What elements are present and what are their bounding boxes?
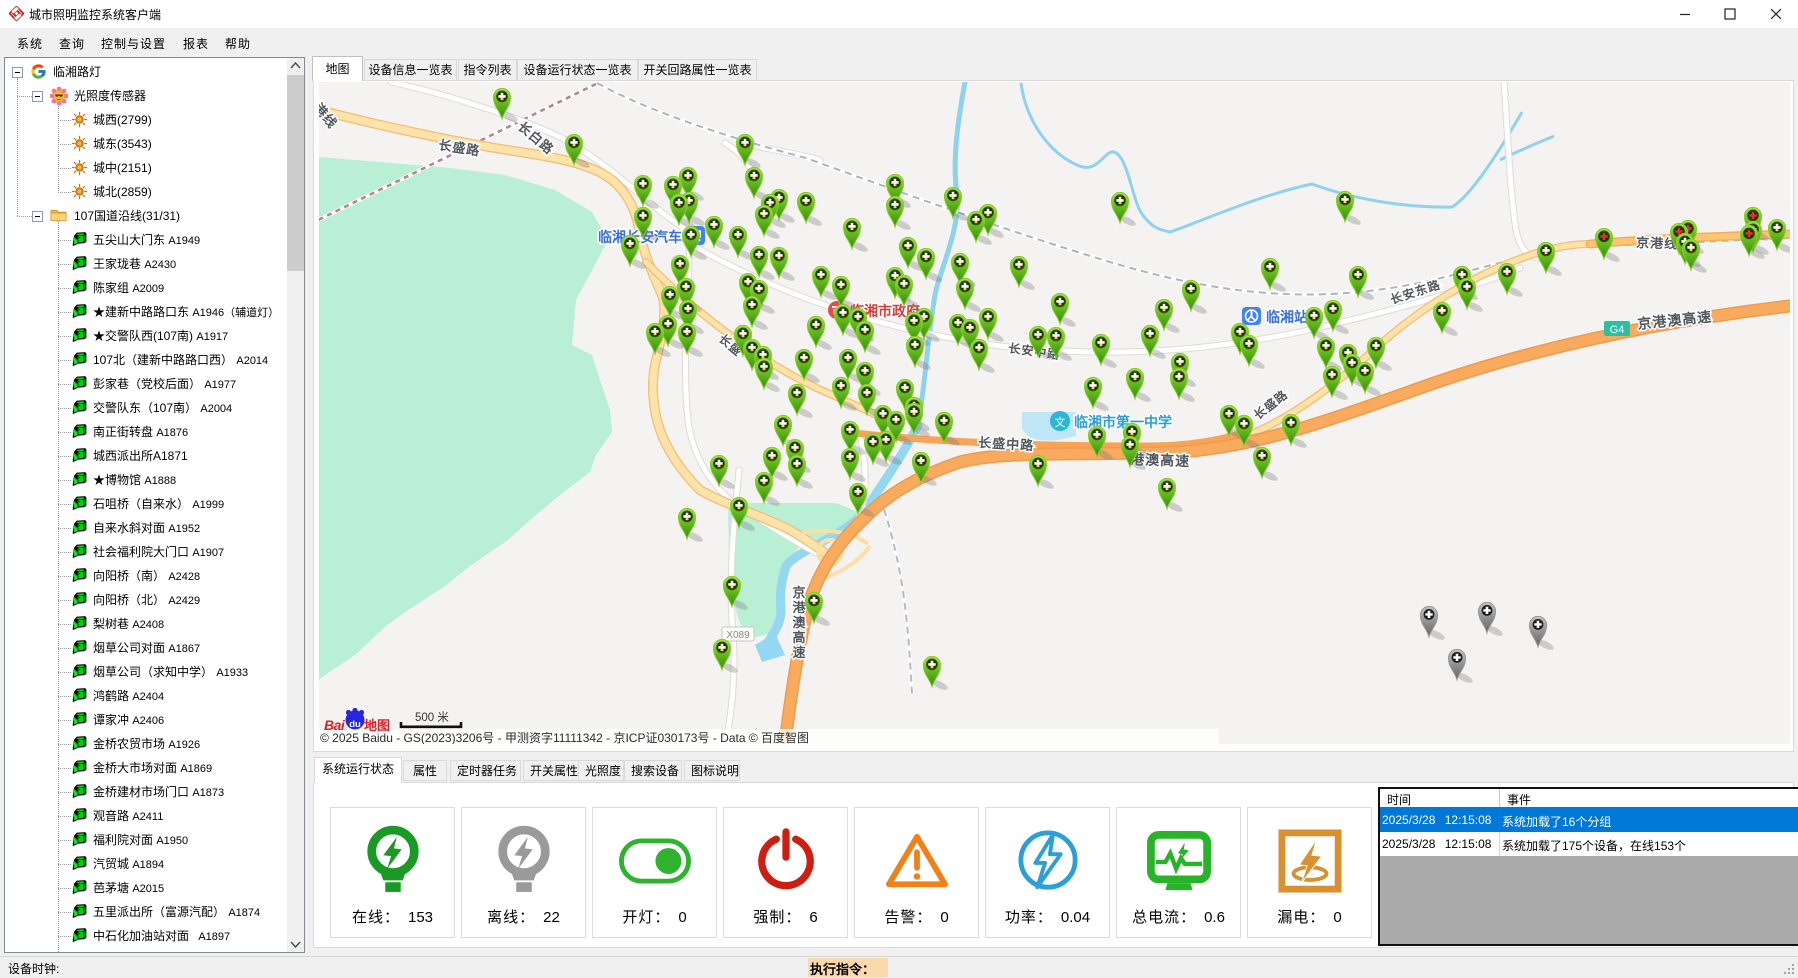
svg-text:Bai: Bai — [324, 717, 346, 733]
svg-text:文: 文 — [1055, 415, 1066, 429]
svg-text:长盛中路: 长盛中路 — [978, 435, 1035, 453]
svg-text:速: 速 — [792, 645, 805, 660]
svg-text:澳: 澳 — [792, 615, 806, 630]
svg-text:京: 京 — [792, 585, 805, 600]
svg-text:高: 高 — [792, 630, 805, 645]
svg-text:G4: G4 — [1610, 324, 1625, 336]
svg-text:© 2025 Baidu - GS(2023)3206号 -: © 2025 Baidu - GS(2023)3206号 - 甲测资字11111… — [320, 730, 809, 744]
svg-text:du: du — [349, 719, 361, 730]
svg-text:500 米: 500 米 — [415, 711, 449, 724]
svg-text:地图: 地图 — [364, 718, 390, 733]
svg-text:临湘市第一中学: 临湘市第一中学 — [1074, 414, 1172, 430]
svg-text:X089: X089 — [726, 630, 750, 641]
svg-text:港: 港 — [792, 600, 806, 615]
svg-text:临湘站: 临湘站 — [1266, 309, 1308, 325]
